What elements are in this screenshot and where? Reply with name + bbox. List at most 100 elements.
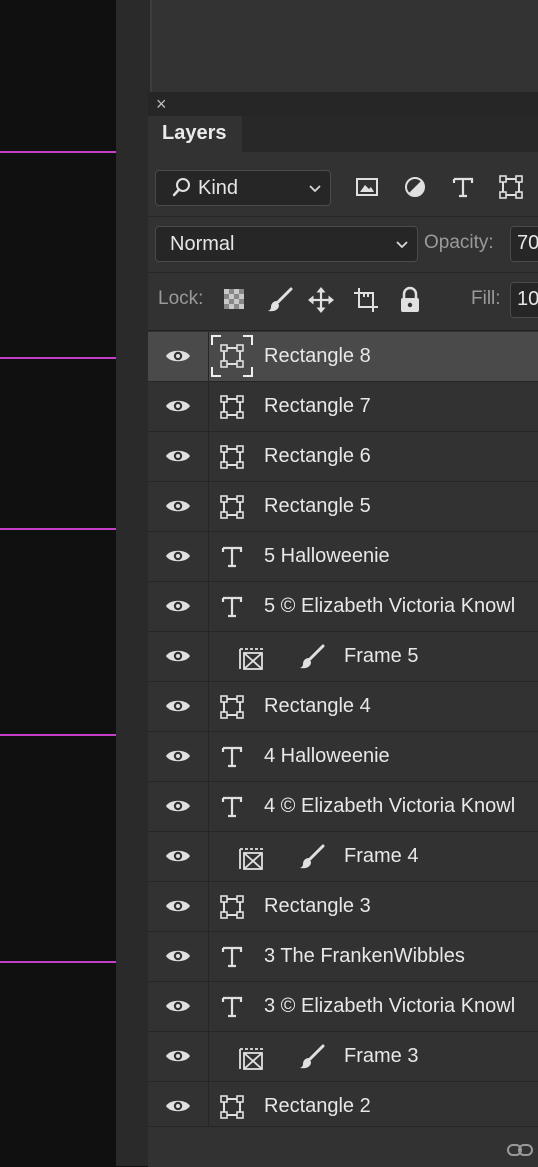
- type-filter-icon[interactable]: [450, 174, 476, 205]
- layer-row[interactable]: Rectangle 4: [148, 682, 538, 732]
- visibility-cell[interactable]: [148, 632, 209, 681]
- layer-row[interactable]: 4 © Elizabeth Victoria Knowl: [148, 782, 538, 832]
- frame-icon: [238, 643, 266, 676]
- divider: [148, 272, 538, 273]
- eye-icon[interactable]: [164, 996, 192, 1021]
- eye-icon[interactable]: [164, 1096, 192, 1121]
- shape-layer-icon: [219, 444, 245, 475]
- lock-artboard-icon[interactable]: [352, 286, 380, 319]
- eye-icon[interactable]: [164, 546, 192, 571]
- layer-row[interactable]: Rectangle 5: [148, 482, 538, 532]
- shape-layer-icon: [219, 1094, 245, 1125]
- layer-row[interactable]: 3 The FrankenWibbles: [148, 932, 538, 982]
- opacity-input[interactable]: 70: [510, 226, 538, 262]
- close-panel-button[interactable]: ×: [156, 94, 167, 114]
- link-layers-icon[interactable]: [506, 1141, 534, 1164]
- divider: [148, 330, 538, 331]
- blend-mode-value: Normal: [170, 233, 235, 255]
- document-canvas[interactable]: [0, 0, 116, 1166]
- lock-image-pixels-icon[interactable]: [266, 286, 294, 319]
- search-icon: [172, 177, 192, 205]
- layer-name: Rectangle 7: [264, 395, 371, 417]
- visibility-cell[interactable]: [148, 982, 209, 1031]
- layer-row[interactable]: Frame 4: [148, 832, 538, 882]
- brush-icon: [298, 1043, 326, 1076]
- visibility-cell[interactable]: [148, 482, 209, 531]
- eye-icon[interactable]: [164, 646, 192, 671]
- lock-position-icon[interactable]: [307, 286, 335, 319]
- visibility-cell[interactable]: [148, 582, 209, 631]
- layer-row[interactable]: 5 Halloweenie: [148, 532, 538, 582]
- layer-name: 5 © Elizabeth Victoria Knowl: [264, 595, 516, 617]
- layer-row[interactable]: Rectangle 7: [148, 382, 538, 432]
- shape-layer-icon: [219, 494, 245, 525]
- upper-panel: [150, 0, 538, 92]
- panel-footer: [148, 1126, 538, 1167]
- visibility-cell[interactable]: [148, 932, 209, 981]
- type-layer-icon: [219, 744, 245, 775]
- eye-icon[interactable]: [164, 846, 192, 871]
- panel-header: ×: [148, 92, 538, 116]
- image-filter-icon[interactable]: [354, 174, 380, 205]
- shape-layer-icon: [219, 394, 245, 425]
- shape-layer-icon: [211, 335, 253, 382]
- layer-name: 3 © Elizabeth Victoria Knowl: [264, 995, 516, 1017]
- layer-name: 4 Halloweenie: [264, 745, 390, 767]
- eye-icon[interactable]: [164, 596, 192, 621]
- type-layer-icon: [219, 794, 245, 825]
- eye-icon[interactable]: [164, 896, 192, 921]
- shape-layer-icon: [219, 894, 245, 925]
- visibility-cell[interactable]: [148, 832, 209, 881]
- divider: [148, 216, 538, 217]
- visibility-cell[interactable]: [148, 882, 209, 931]
- filter-kind-value: Kind: [198, 177, 239, 199]
- eye-icon[interactable]: [164, 396, 192, 421]
- eye-icon[interactable]: [164, 796, 192, 821]
- adjustment-filter-icon[interactable]: [402, 174, 428, 205]
- filter-kind-select[interactable]: Kind: [155, 170, 331, 206]
- lock-transparent-pixels-icon[interactable]: [221, 286, 247, 317]
- layer-row[interactable]: Rectangle 3: [148, 882, 538, 932]
- layer-row[interactable]: 5 © Elizabeth Victoria Knowl: [148, 582, 538, 632]
- visibility-cell[interactable]: [148, 782, 209, 831]
- eye-icon[interactable]: [164, 346, 192, 371]
- visibility-cell[interactable]: [148, 432, 209, 481]
- guide-line: [0, 961, 116, 963]
- layer-row[interactable]: Frame 3: [148, 1032, 538, 1082]
- shape-filter-icon[interactable]: [498, 174, 524, 205]
- tab-layers[interactable]: Layers: [148, 116, 243, 152]
- visibility-cell[interactable]: [148, 382, 209, 431]
- shape-layer-icon: [219, 694, 245, 725]
- fill-input[interactable]: 10: [510, 282, 538, 318]
- visibility-cell[interactable]: [148, 332, 209, 381]
- eye-icon[interactable]: [164, 1046, 192, 1071]
- layer-name: 5 Halloweenie: [264, 545, 390, 567]
- layer-name: Rectangle 5: [264, 495, 371, 517]
- visibility-cell[interactable]: [148, 1082, 209, 1131]
- visibility-cell[interactable]: [148, 1032, 209, 1081]
- frame-icon: [238, 843, 266, 876]
- layer-row[interactable]: 3 © Elizabeth Victoria Knowl: [148, 982, 538, 1032]
- eye-icon[interactable]: [164, 446, 192, 471]
- layer-row[interactable]: Frame 5: [148, 632, 538, 682]
- layer-name: Rectangle 4: [264, 695, 371, 717]
- lock-label: Lock:: [158, 288, 204, 309]
- panel-dock-strip: [116, 0, 150, 1166]
- lock-all-icon[interactable]: [398, 286, 422, 319]
- eye-icon[interactable]: [164, 946, 192, 971]
- layer-row[interactable]: Rectangle 2: [148, 1082, 538, 1132]
- layer-name: Frame 5: [344, 645, 419, 667]
- layer-row[interactable]: Rectangle 6: [148, 432, 538, 482]
- visibility-cell[interactable]: [148, 532, 209, 581]
- eye-icon[interactable]: [164, 746, 192, 771]
- type-layer-icon: [219, 594, 245, 625]
- chevron-down-icon: [395, 235, 409, 259]
- eye-icon[interactable]: [164, 696, 192, 721]
- visibility-cell[interactable]: [148, 682, 209, 731]
- layer-row[interactable]: Rectangle 8: [148, 332, 538, 382]
- layer-row[interactable]: 4 Halloweenie: [148, 732, 538, 782]
- visibility-cell[interactable]: [148, 732, 209, 781]
- blend-mode-select[interactable]: Normal: [155, 226, 418, 262]
- eye-icon[interactable]: [164, 496, 192, 521]
- type-layer-icon: [219, 544, 245, 575]
